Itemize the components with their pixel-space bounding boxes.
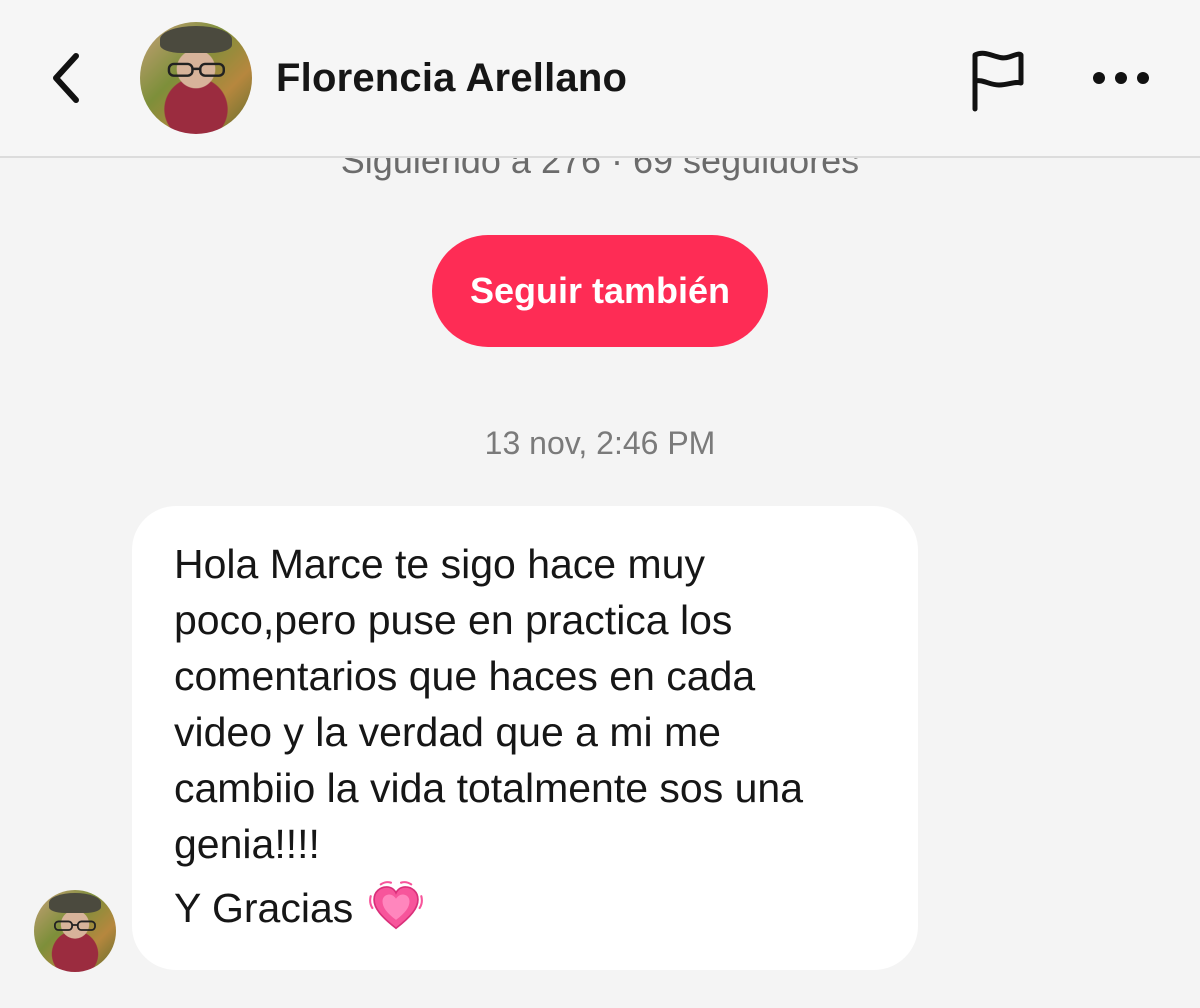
user-name[interactable]: Florencia Arellano	[276, 56, 627, 101]
chat-screen: Florencia Arellano Siguiendo a 276 · 69 …	[0, 0, 1200, 1008]
message-bubble[interactable]: Hola Marce te sigo hace muy poco,pero pu…	[132, 506, 918, 970]
avatar-hat	[48, 893, 102, 913]
message-line: Hola Marce te sigo hace muy	[174, 541, 705, 587]
avatar-glasses	[167, 63, 225, 78]
more-options-button[interactable]	[1086, 56, 1156, 100]
message-thanks-text: Y Gracias	[174, 885, 354, 931]
follow-back-button[interactable]: Seguir también	[432, 235, 768, 347]
message-timestamp: 13 nov, 2:46 PM	[484, 425, 716, 461]
avatar[interactable]	[140, 22, 252, 134]
message-line: video y la verdad que a mi me	[174, 709, 721, 755]
more-horizontal-icon	[1093, 72, 1149, 84]
avatar-hat	[160, 26, 232, 54]
message-line: cambiio la vida totalmente sos una	[174, 765, 804, 811]
sender-avatar[interactable]	[34, 890, 116, 972]
report-button[interactable]	[962, 46, 1032, 116]
chevron-left-icon	[53, 53, 79, 103]
message-line: poco,pero puse en practica los	[174, 597, 733, 643]
back-button[interactable]	[36, 48, 96, 108]
chat-header: Florencia Arellano	[0, 0, 1200, 158]
avatar-glasses	[54, 920, 96, 931]
message-line: genia!!!!	[174, 821, 320, 867]
message-thanks-line: Y Gracias	[174, 880, 878, 936]
message-line: comentarios que haces en cada	[174, 653, 756, 699]
growing-heart-icon	[369, 881, 424, 930]
flag-icon	[972, 50, 1024, 112]
